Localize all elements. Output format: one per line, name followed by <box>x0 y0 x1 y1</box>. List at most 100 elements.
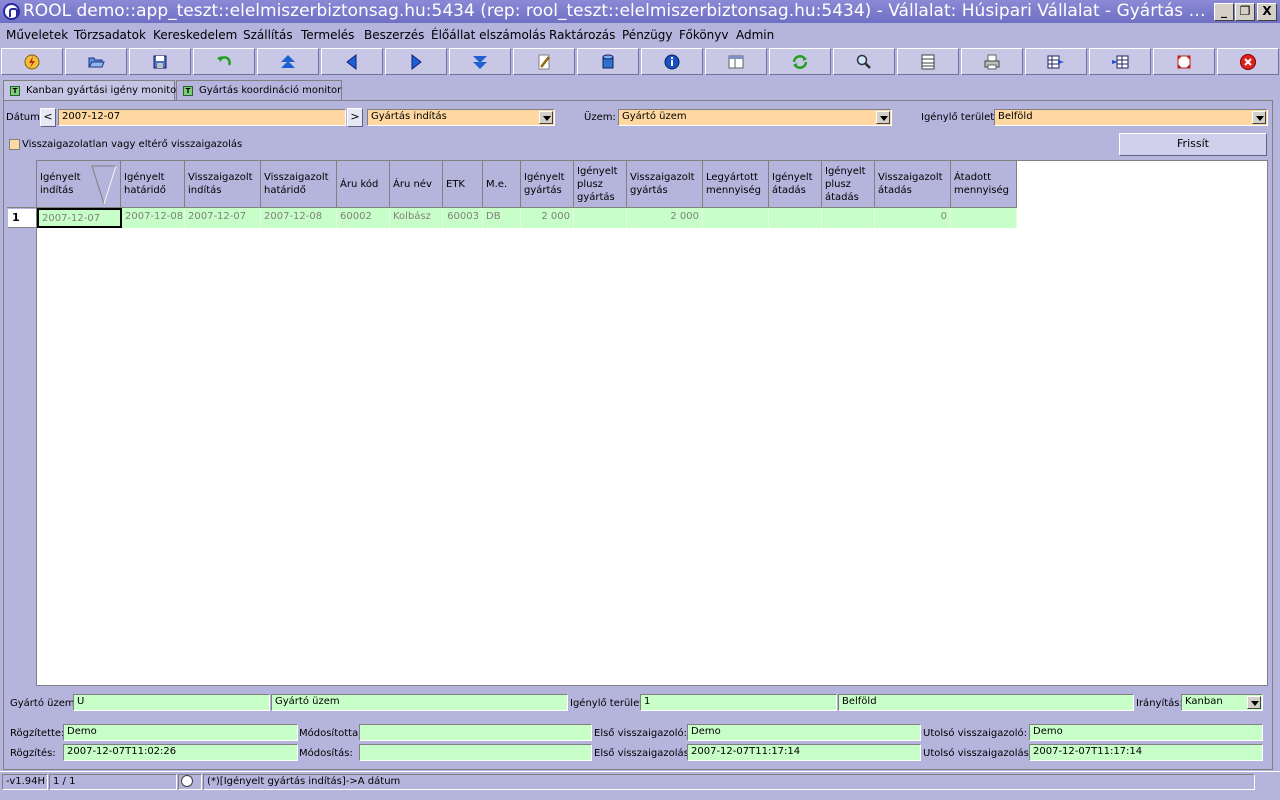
last-confirm-label: Utolsó visszaigazolás: <box>923 748 1033 759</box>
chevron-down-icon[interactable] <box>876 111 890 124</box>
row-number[interactable]: 1 <box>8 209 36 228</box>
table-cell[interactable]: Kolbász <box>390 208 443 228</box>
col-header-confirmed-deadline[interactable]: Visszaigazolt határidő <box>261 161 337 208</box>
menu-szallitas[interactable]: Szállítás <box>243 28 293 42</box>
table-cell[interactable]: DB <box>483 208 521 228</box>
table-cell[interactable] <box>703 208 769 228</box>
first-confirm-field[interactable]: 2007-12-07T11:17:14 <box>687 744 921 761</box>
chevron-down-icon[interactable] <box>539 111 553 124</box>
table-cell[interactable]: 2 000 <box>627 208 703 228</box>
plant-code-field[interactable]: U <box>73 694 270 711</box>
print-button[interactable] <box>961 48 1023 75</box>
table-cell[interactable]: 2007-12-07 <box>37 208 122 228</box>
status-radio[interactable] <box>181 775 193 787</box>
database-button[interactable] <box>577 48 639 75</box>
area-name-field[interactable]: Belföld <box>838 694 1134 711</box>
area-select[interactable]: Belföld <box>994 109 1268 126</box>
refresh-data-button[interactable]: Frissít <box>1119 133 1267 156</box>
col-header-requested-extra-handover[interactable]: Igényelt plusz átadás <box>822 161 875 208</box>
edit-button[interactable] <box>513 48 575 75</box>
col-header-requested-extra-production[interactable]: Igényelt plusz gyártás <box>574 161 627 208</box>
menu-eloallat[interactable]: Élőállat elszámolás <box>431 28 546 42</box>
menu-admin[interactable]: Admin <box>736 28 774 42</box>
table-cell[interactable] <box>822 208 875 228</box>
last-record-button[interactable] <box>449 48 511 75</box>
plant-name-field[interactable]: Gyártó üzem <box>271 694 568 711</box>
data-grid[interactable] <box>7 160 1268 686</box>
menu-fokonyv[interactable]: Főkönyv <box>679 28 729 42</box>
next-button[interactable] <box>385 48 447 75</box>
table-cell[interactable] <box>951 208 1017 228</box>
date-prev-button[interactable]: < <box>40 108 56 127</box>
table-cell[interactable] <box>769 208 822 228</box>
col-header-handed-quantity[interactable]: Átadott mennyiség <box>951 161 1017 208</box>
menu-beszerzes[interactable]: Beszerzés <box>364 28 424 42</box>
col-header-produced-quantity[interactable]: Legyártott mennyiség <box>703 161 769 208</box>
lightning-button[interactable] <box>1 48 63 75</box>
col-header-requested-start[interactable]: Igényelt indítás <box>37 161 121 208</box>
exit-button[interactable] <box>1217 48 1279 75</box>
modified-by-field[interactable] <box>359 724 592 741</box>
menu-penzugy[interactable]: Pénzügy <box>622 28 672 42</box>
col-header-item-code[interactable]: Áru kód <box>337 161 390 208</box>
open-button[interactable] <box>65 48 127 75</box>
maximize-button[interactable]: ❐ <box>1235 3 1255 21</box>
recorded-field[interactable]: 2007-12-07T11:02:26 <box>63 744 298 761</box>
plant-select[interactable]: Gyártó üzem <box>618 109 892 126</box>
menu-kereskedelem[interactable]: Kereskedelem <box>153 28 237 42</box>
table-cell[interactable] <box>574 208 627 228</box>
refresh-button[interactable] <box>769 48 831 75</box>
fullscreen-button[interactable] <box>1153 48 1215 75</box>
info-button[interactable] <box>641 48 703 75</box>
next-icon <box>411 53 422 70</box>
print-icon <box>984 54 1000 69</box>
tab-kanban-monitor[interactable]: T Kanban gyártási igény monitor <box>3 80 180 100</box>
grid-export-button[interactable] <box>1025 48 1087 75</box>
menu-termeles[interactable]: Termelés <box>301 28 354 42</box>
search-button[interactable] <box>833 48 895 75</box>
last-confirm-field[interactable]: 2007-12-07T11:17:14 <box>1029 744 1263 761</box>
col-header-requested-production[interactable]: Igényelt gyártás <box>521 161 574 208</box>
grid-import-button[interactable] <box>1089 48 1151 75</box>
direction-value: Kanban <box>1185 696 1223 707</box>
col-header-requested-deadline[interactable]: Igényelt határidő <box>121 161 185 208</box>
menu-muveletek[interactable]: Műveletek <box>6 28 68 42</box>
date-type-select[interactable]: Gyártás indítás <box>367 109 555 126</box>
table-cell[interactable]: 60003 <box>443 208 483 228</box>
minimize-button[interactable]: _ <box>1214 3 1234 21</box>
col-header-requested-handover[interactable]: Igényelt átadás <box>769 161 822 208</box>
first-record-button[interactable] <box>257 48 319 75</box>
first-confirmer-field[interactable]: Demo <box>687 724 921 741</box>
previous-button[interactable] <box>321 48 383 75</box>
area-code-field[interactable]: 1 <box>640 694 837 711</box>
menu-raktarozas[interactable]: Raktározás <box>549 28 615 42</box>
table-cell[interactable]: 2007-12-07 <box>185 208 261 228</box>
table-cell[interactable]: 2007-12-08 <box>122 208 185 228</box>
close-window-button[interactable]: X <box>1257 3 1277 21</box>
columns-button[interactable] <box>897 48 959 75</box>
tab-production-coordination[interactable]: T Gyártás koordináció monitor <box>176 80 342 101</box>
recorded-by-field[interactable]: Demo <box>63 724 298 741</box>
menu-torzsadatok[interactable]: Törzsadatok <box>74 28 146 42</box>
col-header-confirmed-production[interactable]: Visszaigazolt gyártás <box>627 161 703 208</box>
modified-field[interactable] <box>359 744 592 761</box>
col-header-item-name[interactable]: Áru név <box>390 161 443 208</box>
col-header-confirmed-start[interactable]: Visszaigazolt indítás <box>185 161 261 208</box>
save-button[interactable] <box>129 48 191 75</box>
col-header-unit[interactable]: M.e. <box>483 161 521 208</box>
layout-button[interactable] <box>705 48 767 75</box>
chevron-down-icon[interactable] <box>1252 111 1266 124</box>
table-cell[interactable]: 0 <box>875 208 951 228</box>
chevron-down-icon[interactable] <box>1247 696 1261 709</box>
last-confirmer-field[interactable]: Demo <box>1029 724 1263 741</box>
unconfirmed-checkbox[interactable] <box>9 139 20 150</box>
table-cell[interactable]: 2 000 <box>521 208 574 228</box>
table-cell[interactable]: 2007-12-08 <box>261 208 337 228</box>
direction-select[interactable]: Kanban <box>1181 694 1263 711</box>
col-header-etk[interactable]: ETK <box>443 161 483 208</box>
table-cell[interactable]: 60002 <box>337 208 390 228</box>
date-input[interactable]: 2007-12-07 <box>58 109 346 126</box>
col-header-confirmed-handover[interactable]: Visszaigazolt átadás <box>875 161 951 208</box>
undo-button[interactable] <box>193 48 255 75</box>
date-next-button[interactable]: > <box>347 108 363 127</box>
